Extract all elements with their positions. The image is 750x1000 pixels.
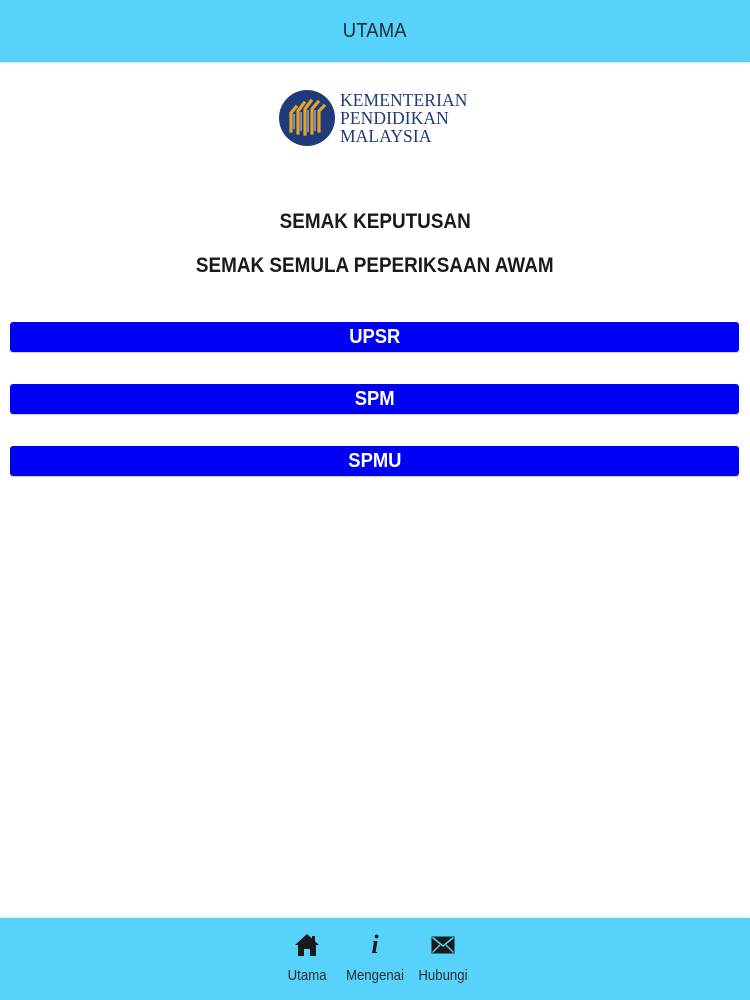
- spm-button-label: SPM: [354, 387, 395, 410]
- app-screen: UTAMA KEMENTERIAN PENDIDIKAN MALAYSIA SE…: [0, 0, 750, 1000]
- info-icon: i: [371, 930, 379, 959]
- ministry-emblem-icon: [279, 90, 335, 146]
- nav-label-utama: Utama: [287, 967, 327, 984]
- spmu-button-label: SPMU: [347, 449, 402, 472]
- spm-button[interactable]: SPM: [10, 384, 739, 414]
- page-title: UTAMA: [343, 19, 407, 42]
- upsr-button[interactable]: UPSR: [10, 322, 739, 352]
- top-app-bar: UTAMA: [0, 0, 750, 62]
- spmu-button[interactable]: SPMU: [10, 446, 739, 476]
- mail-icon: [431, 932, 455, 958]
- heading-2-text: SEMAK SEMULA PEPERIKSAAN AWAM: [196, 254, 554, 277]
- logo-wordmark: KEMENTERIAN PENDIDIKAN MALAYSIA: [340, 91, 467, 145]
- logo-line-1: KEMENTERIAN: [340, 90, 468, 110]
- nav-label-hubungi: Hubungi: [418, 967, 468, 984]
- bottom-nav: Utama i Mengenai Hubungi: [0, 918, 750, 1000]
- nav-label-mengenai: Mengenai: [346, 967, 404, 984]
- nav-item-hubungi[interactable]: Hubungi: [409, 918, 477, 984]
- bottom-nav-bar: Utama i Mengenai Hubungi: [0, 918, 750, 1000]
- logo-line-3: MALAYSIA: [340, 126, 432, 146]
- ministry-logo: KEMENTERIAN PENDIDIKAN MALAYSIA: [278, 86, 478, 150]
- nav-item-utama[interactable]: Utama: [273, 918, 341, 984]
- home-icon: [294, 932, 320, 958]
- nav-item-mengenai[interactable]: i Mengenai: [341, 918, 409, 985]
- upsr-button-label: UPSR: [348, 325, 401, 348]
- logo-line-2: PENDIDIKAN: [340, 108, 449, 128]
- heading-semak-keputusan: SEMAK KEPUTUSAN: [0, 210, 750, 234]
- heading-semak-semula: SEMAK SEMULA PEPERIKSAAN AWAM: [0, 254, 750, 278]
- heading-1-text: SEMAK KEPUTUSAN: [279, 210, 471, 233]
